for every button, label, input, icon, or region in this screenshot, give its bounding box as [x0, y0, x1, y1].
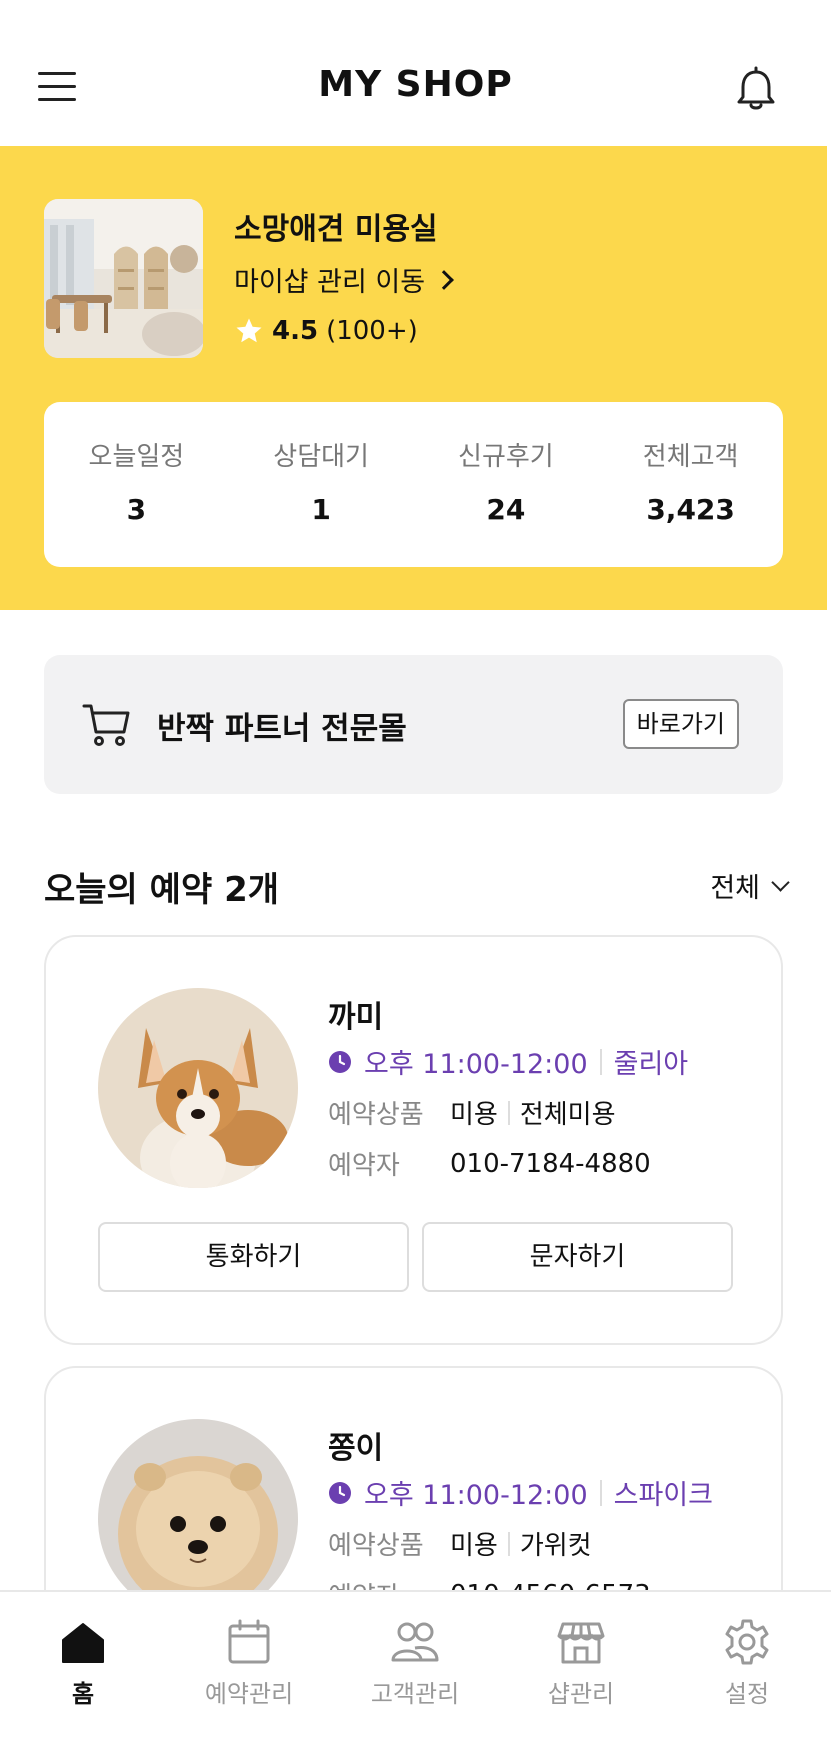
- nav-item-shop[interactable]: 샵관리: [498, 1592, 664, 1752]
- sms-button[interactable]: 문자하기: [422, 1222, 733, 1292]
- nav-label: 고객관리: [370, 1680, 460, 1708]
- home-icon: [62, 1623, 104, 1663]
- users-icon: [391, 1622, 439, 1662]
- app-header: MY SHOP: [0, 0, 831, 146]
- stat-value: 3,423: [646, 493, 735, 526]
- staff-name: 줄리아: [613, 1049, 689, 1080]
- staff-name: 스파이크: [613, 1480, 713, 1511]
- shop-manage-link[interactable]: 마이샵 관리 이동: [234, 260, 454, 299]
- divider: [507, 1100, 510, 1125]
- cart-icon: [82, 704, 130, 746]
- product-category: 미용: [450, 1531, 498, 1561]
- reservation-time-row: 오후 11:00-12:00 줄리아: [328, 1042, 688, 1081]
- product-name: 가위컷: [519, 1531, 592, 1561]
- nav-item-settings[interactable]: 설정: [664, 1592, 830, 1752]
- nav-label: 홈: [71, 1680, 95, 1708]
- chevron-down-icon: [771, 873, 790, 892]
- booker-label: 예약자: [328, 1151, 400, 1181]
- gear-icon: [725, 1619, 769, 1665]
- go-to-partner-button[interactable]: 바로가기: [622, 699, 739, 749]
- stat-value: 24: [486, 493, 526, 526]
- review-count: (100+): [326, 316, 418, 346]
- reservation-filter-dropdown[interactable]: 전체: [710, 866, 790, 905]
- pet-name: 까미: [328, 1000, 384, 1035]
- nav-item-customers[interactable]: 고객관리: [332, 1592, 498, 1752]
- divider: [507, 1531, 510, 1556]
- bottom-navigation: 홈 예약관리 고객관리 샵관리 설정: [0, 1590, 831, 1752]
- clock-icon: [329, 1481, 351, 1504]
- product-label: 예약상품: [328, 1531, 424, 1561]
- pet-name: 쫑이: [328, 1431, 384, 1466]
- divider: [599, 1479, 602, 1506]
- stat-total-customers[interactable]: 전체고객 3,423: [598, 402, 783, 567]
- reservations-title: 오늘의 예약 2개: [44, 870, 280, 910]
- stat-label: 신규후기: [458, 442, 554, 472]
- store-icon: [557, 1622, 605, 1664]
- stat-consult-waiting[interactable]: 상담대기 1: [229, 402, 414, 567]
- booker-phone: 010-7184-4880: [450, 1148, 651, 1179]
- nav-item-home[interactable]: 홈: [0, 1592, 166, 1752]
- product-category: 미용: [450, 1100, 498, 1130]
- pet-avatar: [98, 1419, 298, 1619]
- chevron-right-icon: [434, 269, 454, 290]
- stat-label: 오늘일정: [88, 442, 185, 472]
- reservation-time: 오후 11:00-12:00: [364, 1480, 588, 1511]
- partner-mall-banner: 반짝 파트너 전문몰 바로가기: [44, 655, 783, 794]
- star-icon: [236, 318, 262, 343]
- partner-title: 반짝 파트너 전문몰: [157, 711, 407, 747]
- product-row: 예약상품 미용 전체미용: [328, 1094, 616, 1131]
- reservation-time-row: 오후 11:00-12:00 스파이크: [328, 1473, 713, 1512]
- product-label: 예약상품: [328, 1100, 424, 1130]
- clock-icon: [329, 1050, 351, 1073]
- product-name: 전체미용: [519, 1100, 616, 1130]
- shop-name: 소망애견 미용실: [234, 212, 438, 247]
- reservation-card[interactable]: 까미 오후 11:00-12:00 줄리아 예약상품 미용 전체미용 예약자 0…: [44, 935, 783, 1345]
- shop-photo: [44, 199, 203, 358]
- shop-rating: 4.5 (100+): [234, 316, 418, 346]
- call-button[interactable]: 통화하기: [98, 1222, 409, 1292]
- nav-label: 예약관리: [204, 1680, 294, 1708]
- calendar-icon: [228, 1619, 270, 1664]
- bell-icon[interactable]: [734, 66, 778, 112]
- nav-label: 샵관리: [547, 1680, 615, 1708]
- nav-item-reservations[interactable]: 예약관리: [166, 1592, 332, 1752]
- booker-row: 예약자 010-7184-4880: [328, 1145, 651, 1182]
- stat-value: 3: [126, 493, 147, 526]
- stat-today-schedule[interactable]: 오늘일정 3: [44, 402, 229, 567]
- shop-summary-panel: 소망애견 미용실 마이샵 관리 이동 4.5 (100+) 오늘일정 3 상담대…: [0, 146, 827, 610]
- pet-avatar: [98, 988, 298, 1188]
- filter-label: 전체: [710, 873, 760, 904]
- rating-score: 4.5: [272, 316, 319, 346]
- divider: [599, 1048, 602, 1075]
- stat-new-reviews[interactable]: 신규후기 24: [414, 402, 599, 567]
- shop-manage-link-label: 마이샵 관리 이동: [234, 267, 426, 298]
- nav-label: 설정: [724, 1680, 770, 1708]
- page-title: MY SHOP: [318, 64, 513, 105]
- reservation-time: 오후 11:00-12:00: [364, 1049, 588, 1080]
- stat-label: 전체고객: [642, 442, 739, 472]
- stat-value: 1: [311, 493, 331, 526]
- stat-label: 상담대기: [273, 442, 369, 472]
- stats-card: 오늘일정 3 상담대기 1 신규후기 24 전체고객 3,423: [44, 402, 783, 567]
- product-row: 예약상품 미용 가위컷: [328, 1525, 592, 1562]
